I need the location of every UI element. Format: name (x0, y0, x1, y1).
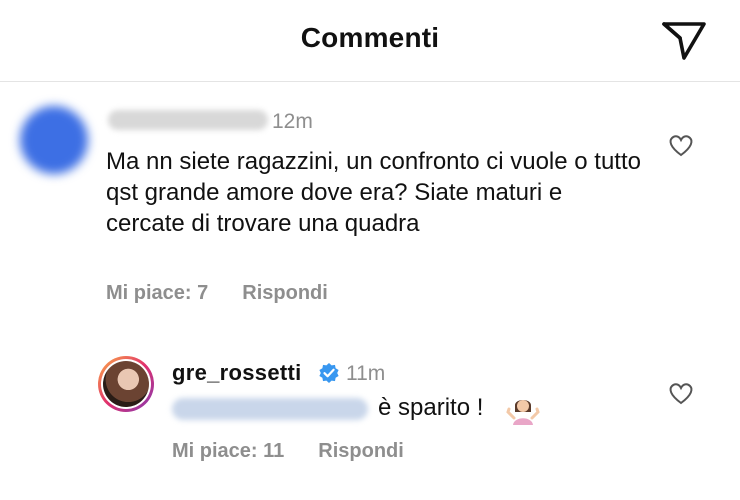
comment-username[interactable]: gre_rossetti (172, 360, 302, 386)
username-redacted[interactable] (108, 110, 268, 130)
comment-timestamp: 11m (346, 362, 386, 385)
verified-badge-icon (319, 363, 339, 383)
comment-text: Ma nn siete ragazzini, un confronto ci v… (106, 148, 641, 237)
reply-button[interactable]: Rispondi (318, 440, 404, 462)
avatar-story-ring[interactable] (98, 356, 154, 412)
woman-shrugging-emoji (506, 400, 540, 425)
paper-plane-icon[interactable] (658, 18, 710, 62)
avatar (103, 361, 149, 407)
comment-actions: Mi piace: 11 Rispondi (172, 440, 404, 463)
comments-header: Commenti (0, 0, 740, 82)
comment-timestamp: 12m (272, 110, 313, 133)
likes-count[interactable]: Mi piace: 11 (172, 440, 284, 462)
heart-outline-icon[interactable] (667, 380, 695, 406)
heart-outline-icon[interactable] (667, 132, 695, 158)
likes-count[interactable]: Mi piace: 7 (106, 282, 208, 304)
page-title: Commenti (300, 22, 440, 53)
comment-text: è sparito ! (378, 394, 484, 421)
avatar[interactable] (20, 106, 88, 174)
reply-button[interactable]: Rispondi (242, 282, 328, 304)
mention-redacted[interactable] (172, 398, 368, 420)
comment-actions: Mi piace: 7 Rispondi (106, 282, 328, 305)
